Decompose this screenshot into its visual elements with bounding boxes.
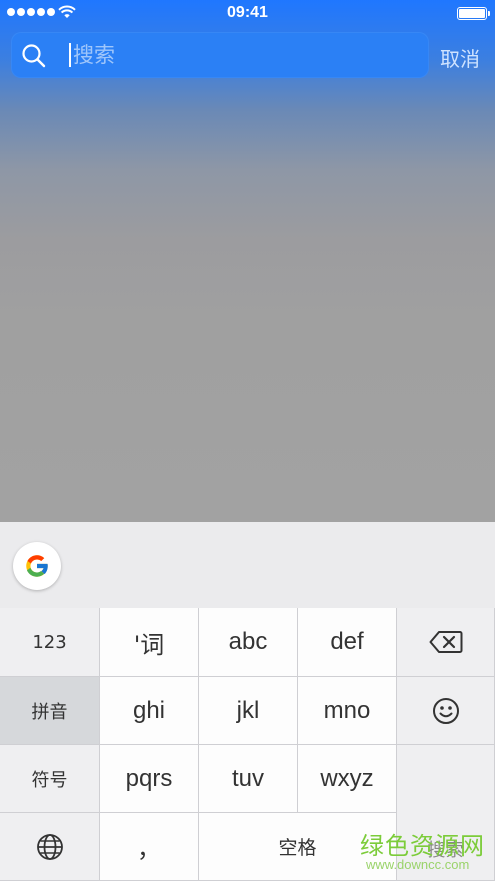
cancel-button[interactable]: 取消 <box>440 43 480 72</box>
text-cursor <box>69 43 71 67</box>
key-comma[interactable]: ， <box>100 813 199 881</box>
key-pinyin[interactable]: 拼音 <box>0 677 100 745</box>
globe-button[interactable] <box>0 813 100 881</box>
status-time: 09:41 <box>227 4 268 21</box>
key-word[interactable]: '词 <box>100 608 199 677</box>
google-logo-icon[interactable] <box>13 542 61 590</box>
key-wxyz[interactable]: wxyz <box>298 745 397 813</box>
keyboard: 123 '词 abc def 拼音 ghi jkl mno 符号 pqrs tu… <box>0 522 495 881</box>
key-grid: 123 '词 abc def 拼音 ghi jkl mno 符号 pqrs tu… <box>0 608 495 881</box>
key-mno[interactable]: mno <box>298 677 397 745</box>
search-key[interactable]: 搜索 <box>397 745 495 881</box>
key-123[interactable]: 123 <box>0 608 100 677</box>
space-key[interactable]: 空格 <box>199 813 397 881</box>
search-input[interactable] <box>73 38 413 72</box>
key-abc[interactable]: abc <box>199 608 298 677</box>
key-pqrs[interactable]: pqrs <box>100 745 199 813</box>
key-tuv[interactable]: tuv <box>199 745 298 813</box>
status-bar: 09:41 <box>0 0 495 28</box>
emoji-button[interactable] <box>397 677 495 745</box>
backspace-icon <box>429 631 462 653</box>
key-ghi[interactable]: ghi <box>100 677 199 745</box>
key-symbols[interactable]: 符号 <box>0 745 100 813</box>
key-jkl[interactable]: jkl <box>199 677 298 745</box>
battery-icon <box>457 7 490 20</box>
screen: 09:41 取消 123 '词 abc <box>0 0 495 881</box>
search-icon <box>22 44 46 68</box>
suggestion-bar <box>0 522 495 608</box>
emoji-icon <box>432 697 459 724</box>
globe-icon <box>36 833 63 860</box>
search-bar[interactable] <box>11 32 429 78</box>
backspace-button[interactable] <box>397 608 495 677</box>
key-def[interactable]: def <box>298 608 397 677</box>
